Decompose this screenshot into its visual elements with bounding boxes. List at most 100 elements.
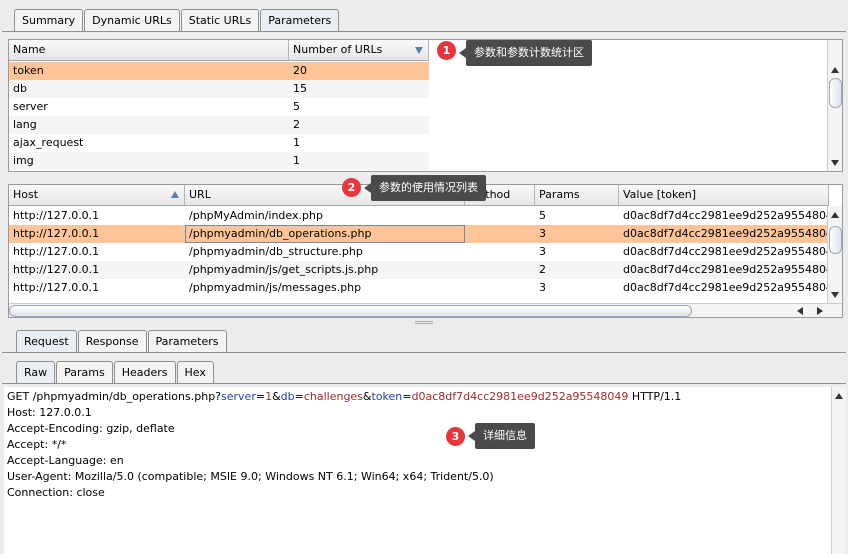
host-cell: http://127.0.0.1 [13, 245, 100, 258]
url-cell: /phpmyadmin/db_structure.php [189, 245, 363, 258]
col-header-number-of-urls[interactable]: Number of URLs [289, 40, 429, 60]
host-cell: http://127.0.0.1 [13, 227, 100, 240]
scroll-left-icon[interactable] [797, 307, 803, 315]
scroll-thumb[interactable] [9, 305, 692, 317]
urls-panel: Host URL Method Params Value [token] htt… [8, 184, 843, 318]
col-header-value-token[interactable]: Value [token] [619, 185, 829, 205]
detail-tab-line [2, 352, 846, 353]
table-row[interactable]: http://127.0.0.1/phpmyadmin/db_structure… [9, 243, 829, 261]
param-name-cell: token [13, 64, 44, 77]
parameters-table-header: Name Number of URLs [9, 40, 429, 61]
header-line: Accept-Encoding: gzip, deflate [7, 422, 175, 435]
table-row[interactable]: http://127.0.0.1/phpmyadmin/db_operation… [9, 225, 829, 243]
param-count-cell: 2 [293, 118, 300, 131]
method-cell [465, 207, 535, 225]
urls-hscrollbar[interactable] [9, 303, 842, 317]
header-line: Host: 127.0.0.1 [7, 406, 92, 419]
annotation-callout-3: 详细信息 [468, 423, 535, 449]
tab-parameters-detail[interactable]: Parameters [147, 330, 227, 352]
method-cell [465, 261, 535, 279]
table-row[interactable]: lang 2 [9, 116, 429, 134]
raw-vscrollbar[interactable] [831, 387, 846, 554]
urls-vscrollbar[interactable] [827, 206, 842, 303]
view-tab-bar: Raw Params Headers Hex [16, 361, 215, 383]
host-cell: http://127.0.0.1 [13, 263, 100, 276]
parameters-panel: Name Number of URLs token 20 db 15 server 5 la… [8, 39, 843, 172]
request-line: GET /phpmyadmin/db_operations.php?server… [7, 390, 682, 403]
params-cell: 3 [539, 281, 546, 294]
scroll-up-icon[interactable] [831, 212, 839, 218]
scroll-thumb[interactable] [829, 226, 842, 254]
sort-desc-icon [415, 47, 423, 54]
tab-static-urls[interactable]: Static URLs [180, 9, 260, 31]
header-line: Accept-Language: en [7, 454, 124, 467]
parameters-vscrollbar[interactable] [827, 40, 842, 171]
sort-asc-icon [171, 191, 179, 198]
table-row[interactable]: img 1 [9, 152, 429, 170]
method-cell [465, 225, 535, 243]
param-count-cell: 15 [293, 82, 307, 95]
split-handle[interactable] [415, 321, 433, 324]
col-header-params[interactable]: Params [535, 185, 619, 205]
tab-dynamic-urls[interactable]: Dynamic URLs [84, 9, 180, 31]
param-name-cell: lang [13, 118, 37, 131]
header-line: Accept: */* [7, 438, 67, 451]
scroll-thumb[interactable] [829, 78, 842, 108]
tab-response[interactable]: Response [77, 330, 147, 352]
annotation-callout-1: 参数和参数计数统计区 [459, 40, 592, 66]
table-row[interactable]: db 15 [9, 80, 429, 98]
top-tab-bar: Summary Dynamic URLs Static URLs Paramet… [14, 9, 340, 31]
header-line: Connection: close [7, 486, 105, 499]
table-row[interactable]: token 20 [9, 62, 429, 80]
tab-raw[interactable]: Raw [16, 361, 56, 383]
detail-tab-bar: Request Response Parameters [16, 330, 228, 352]
params-cell: 5 [539, 209, 546, 222]
tab-request[interactable]: Request [16, 330, 77, 352]
host-cell: http://127.0.0.1 [13, 281, 100, 294]
tab-params[interactable]: Params [56, 361, 113, 383]
param-count-cell: 20 [293, 64, 307, 77]
param-count-cell: 1 [293, 154, 300, 167]
view-tab-line [2, 383, 846, 384]
table-row[interactable]: http://127.0.0.1/phpMyAdmin/index.php 5 d0… [9, 207, 829, 225]
scroll-down-icon[interactable] [831, 160, 839, 166]
url-cell: /phpmyadmin/js/get_scripts.js.php [189, 263, 379, 276]
tab-headers[interactable]: Headers [113, 361, 176, 383]
value-cell: d0ac8df7d4cc2981ee9d252a95548049 [623, 227, 829, 240]
method-cell [465, 243, 535, 261]
table-row[interactable]: ajax_request 1 [9, 134, 429, 152]
param-name-cell: ajax_request [13, 136, 84, 149]
param-name-cell: server [13, 100, 48, 113]
tab-bar-line [2, 31, 846, 32]
annotation-badge-3: 3 [446, 427, 465, 446]
tab-summary[interactable]: Summary [14, 9, 84, 31]
tab-parameters[interactable]: Parameters [260, 9, 340, 31]
param-name-cell: db [13, 82, 27, 95]
value-cell: d0ac8df7d4cc2981ee9d252a95548049 [623, 263, 829, 276]
url-cell: /phpmyadmin/js/messages.php [189, 281, 362, 294]
url-cell: /phpMyAdmin/index.php [189, 209, 323, 222]
header-line: User-Agent: Mozilla/5.0 (compatible; MSI… [7, 470, 494, 483]
value-cell: d0ac8df7d4cc2981ee9d252a95548049 [623, 209, 829, 222]
annotation-badge-2: 2 [342, 178, 361, 197]
param-name-cell: img [13, 154, 34, 167]
params-cell: 3 [539, 227, 546, 240]
scroll-up-icon[interactable] [831, 67, 839, 73]
url-cell: /phpmyadmin/db_operations.php [185, 225, 465, 243]
param-count-cell: 5 [293, 100, 300, 113]
annotation-callout-2: 参数的使用情况列表 [364, 175, 486, 201]
params-cell: 3 [539, 245, 546, 258]
table-row[interactable]: http://127.0.0.1/phpmyadmin/js/messages.… [9, 279, 829, 297]
raw-request-editor[interactable]: GET /phpmyadmin/db_operations.php?server… [4, 387, 846, 554]
value-cell: d0ac8df7d4cc2981ee9d252a95548049 [623, 245, 829, 258]
table-row[interactable]: http://127.0.0.1/phpmyadmin/js/get_scrip… [9, 261, 829, 279]
scroll-up-icon[interactable] [835, 393, 843, 399]
scroll-right-icon[interactable] [817, 307, 823, 315]
col-header-host[interactable]: Host [9, 185, 185, 205]
scroll-down-icon[interactable] [831, 292, 839, 298]
method-cell [465, 279, 535, 297]
table-row[interactable]: server 5 [9, 98, 429, 116]
tab-hex[interactable]: Hex [176, 361, 214, 383]
annotation-badge-1: 1 [437, 41, 456, 60]
col-header-name[interactable]: Name [9, 40, 289, 60]
